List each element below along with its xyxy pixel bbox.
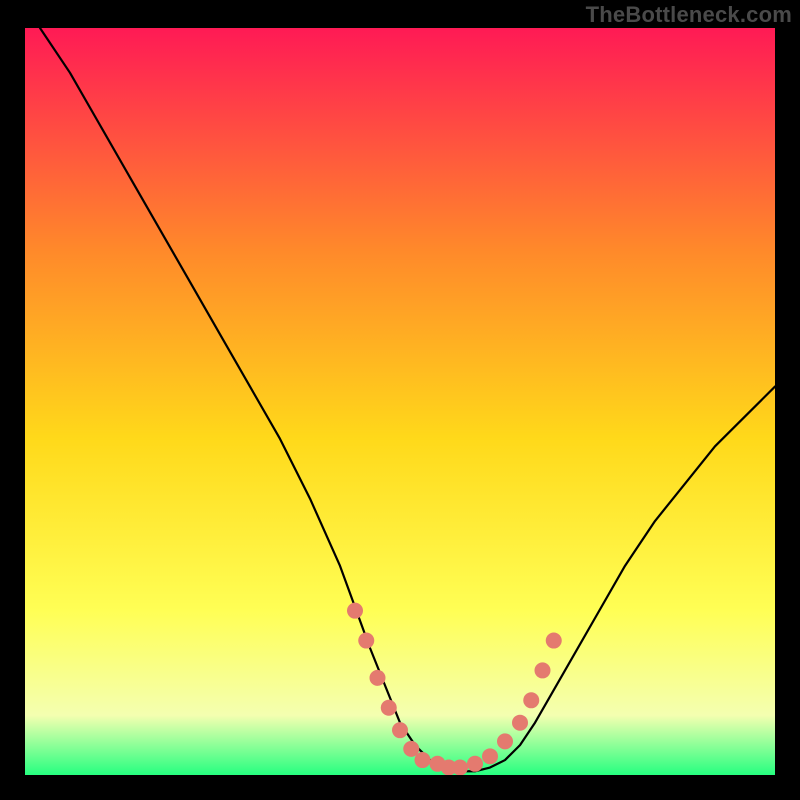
- highlight-dot: [415, 752, 431, 768]
- gradient-background: [25, 28, 775, 775]
- highlight-dot: [535, 662, 551, 678]
- highlight-dot: [523, 692, 539, 708]
- highlight-dot: [347, 603, 363, 619]
- highlight-dot: [467, 756, 483, 772]
- highlight-dot: [392, 722, 408, 738]
- highlight-dot: [370, 670, 386, 686]
- chart-frame: TheBottleneck.com: [0, 0, 800, 800]
- plot-area: [25, 28, 775, 775]
- highlight-dot: [381, 700, 397, 716]
- highlight-dot: [497, 733, 513, 749]
- highlight-dot: [512, 715, 528, 731]
- watermark-text: TheBottleneck.com: [586, 2, 792, 28]
- highlight-dot: [358, 633, 374, 649]
- highlight-dot: [482, 748, 498, 764]
- highlight-dot: [452, 760, 468, 775]
- highlight-dot: [546, 633, 562, 649]
- bottleneck-chart-svg: [25, 28, 775, 775]
